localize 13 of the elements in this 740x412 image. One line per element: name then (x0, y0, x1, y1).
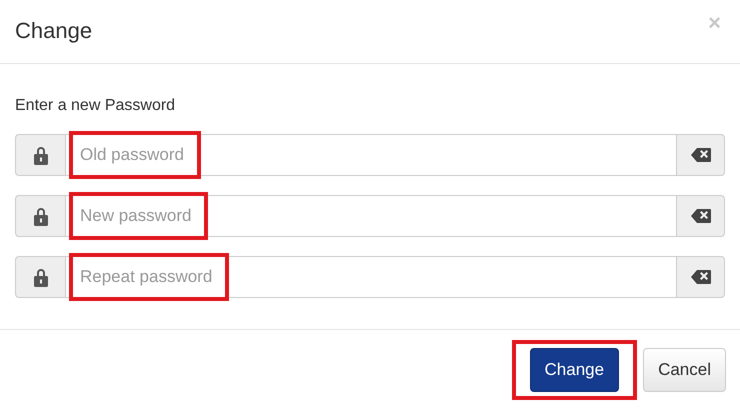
password-field[interactable]: Repeat password (65, 256, 677, 298)
change-button[interactable]: Change (530, 348, 620, 392)
password-field[interactable]: Old password (65, 134, 677, 176)
lock-icon (32, 267, 48, 287)
password-field[interactable]: New password (65, 195, 677, 237)
prompt-label: Enter a new Password (15, 96, 176, 116)
lock-icon (32, 145, 48, 165)
backspace-icon[interactable] (690, 209, 710, 223)
lock-icon (32, 206, 48, 226)
cancel-button[interactable]: Cancel (643, 348, 726, 392)
backspace-icon[interactable] (690, 148, 710, 162)
dialog-title: Change (15, 18, 92, 45)
backspace-icon[interactable] (690, 270, 710, 284)
